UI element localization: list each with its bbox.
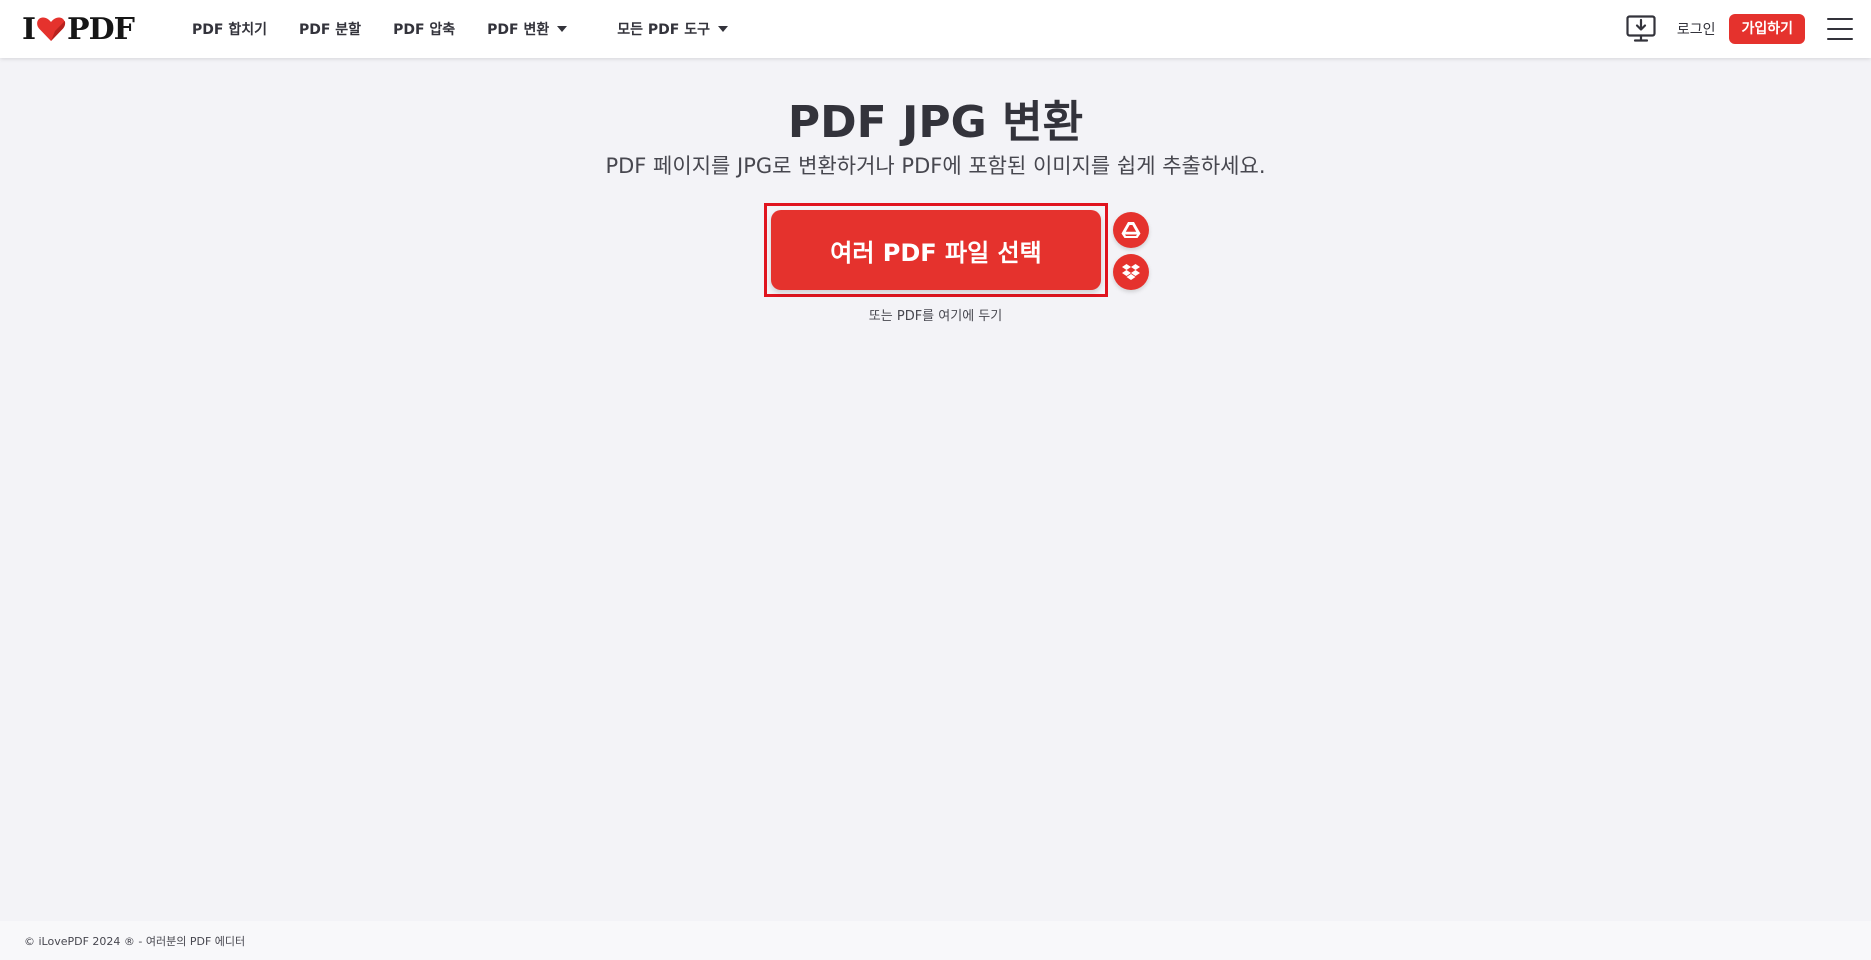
dropbox-icon xyxy=(1122,264,1140,280)
main-nav: PDF 합치기 PDF 분할 PDF 압축 PDF 변환 모든 PDF 도구 xyxy=(176,0,744,58)
nav-compress-pdf-label: PDF 압축 xyxy=(393,22,456,38)
header-right-tools: 로그인 가입하기 xyxy=(1625,0,1871,58)
select-files-highlight-frame: 여러 PDF 파일 선택 xyxy=(764,203,1108,297)
drop-files-hint: 또는 PDF를 여기에 두기 xyxy=(868,309,1003,324)
nav-convert-pdf-label: PDF 변환 xyxy=(487,22,550,38)
nav-merge-pdf[interactable]: PDF 합치기 xyxy=(176,19,283,39)
desktop-download-icon[interactable] xyxy=(1625,13,1657,45)
page-footer: © iLovePDF 2024 ® - 여러분의 PDF 에디터 xyxy=(0,921,1871,960)
footer-copyright: © iLovePDF 2024 ® - 여러분의 PDF 에디터 xyxy=(24,934,246,948)
menu-bar xyxy=(1827,28,1853,30)
page-subtitle: PDF 페이지를 JPG로 변환하거나 PDF에 포함된 이미지를 쉽게 추출하… xyxy=(605,154,1266,178)
signup-button[interactable]: 가입하기 xyxy=(1729,14,1805,44)
page-title: PDF JPG 변환 xyxy=(787,97,1084,148)
dropbox-button[interactable] xyxy=(1113,254,1149,290)
heart-logo-icon xyxy=(37,17,66,41)
nav-convert-pdf-dropdown[interactable]: PDF 변환 xyxy=(471,19,583,39)
ilovepdf-logo[interactable]: I PDF xyxy=(22,11,135,47)
logo-letter-i: I xyxy=(22,11,36,47)
login-link[interactable]: 로그인 xyxy=(1677,19,1716,39)
hamburger-menu-icon[interactable] xyxy=(1827,18,1853,40)
google-drive-button[interactable] xyxy=(1113,212,1149,248)
caret-down-icon xyxy=(557,26,568,32)
top-header: I PDF PDF 합치기 PDF 분할 PDF 압축 PDF 변환 모든 PD… xyxy=(0,0,1871,58)
menu-bar xyxy=(1827,38,1853,40)
nav-split-pdf[interactable]: PDF 분할 xyxy=(283,19,377,39)
menu-bar xyxy=(1827,18,1853,20)
nav-all-pdf-tools-dropdown[interactable]: 모든 PDF 도구 xyxy=(601,19,744,39)
google-drive-icon xyxy=(1121,222,1141,238)
select-pdf-files-button[interactable]: 여러 PDF 파일 선택 xyxy=(771,210,1101,290)
nav-all-pdf-tools-label: 모든 PDF 도구 xyxy=(617,22,710,38)
nav-split-pdf-label: PDF 분할 xyxy=(298,22,362,38)
nav-merge-pdf-label: PDF 합치기 xyxy=(192,22,267,38)
logo-text-pdf: PDF xyxy=(67,11,135,47)
nav-compress-pdf[interactable]: PDF 압축 xyxy=(377,19,471,39)
caret-down-icon xyxy=(717,26,728,32)
